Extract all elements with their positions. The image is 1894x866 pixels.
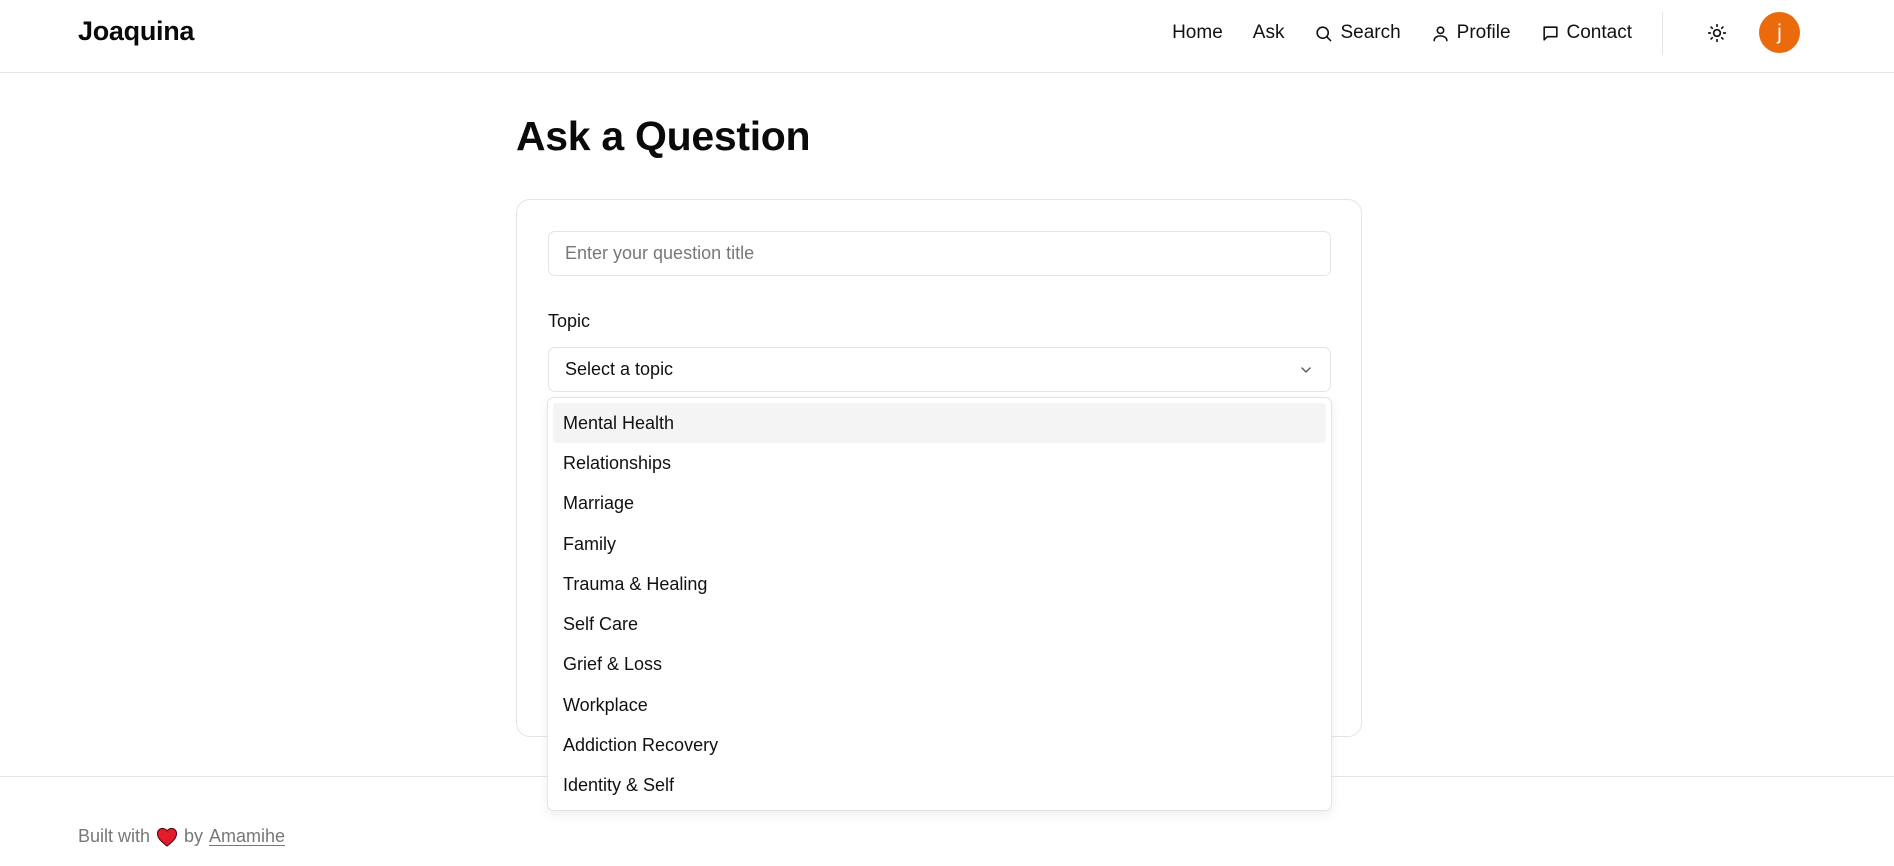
nav-profile[interactable]: Profile — [1431, 22, 1511, 44]
topic-option-mental-health[interactable]: Mental Health — [553, 403, 1326, 444]
topic-label: Topic — [548, 311, 591, 331]
site-footer: Built with by Amamihe — [78, 826, 285, 847]
user-icon — [1433, 25, 1448, 41]
ask-question-page: Joaquina Home Ask Search Profile Contact — [0, 0, 1894, 866]
topic-select-value: Select a topic — [565, 359, 674, 379]
theme-toggle-button[interactable] — [1704, 20, 1730, 46]
footer-by: by — [184, 826, 204, 846]
topic-option-relationships[interactable]: Relationships — [553, 443, 1326, 483]
topic-option-identity-self[interactable]: Identity & Self — [553, 766, 1326, 806]
user-avatar[interactable]: j — [1759, 12, 1800, 53]
nav-profile-label: Profile — [1456, 22, 1511, 43]
topic-option-grief-loss[interactable]: Grief & Loss — [553, 645, 1326, 685]
nav-search-label: Search — [1340, 22, 1401, 43]
topic-dropdown-menu: Mental Health Relationships Marriage Fam… — [547, 397, 1332, 811]
nav-home-label: Home — [1172, 22, 1223, 43]
brand-logo[interactable]: Joaquina — [78, 16, 194, 47]
nav-contact[interactable]: Contact — [1541, 22, 1632, 44]
heart-icon — [156, 827, 178, 847]
topic-option-trauma-healing[interactable]: Trauma & Healing — [553, 564, 1326, 604]
top-navbar: Joaquina Home Ask Search Profile Contact — [0, 0, 1894, 73]
topic-option-addiction-recovery[interactable]: Addiction Recovery — [553, 725, 1326, 765]
main-nav: Home Ask Search Profile Contact — [1172, 0, 1632, 66]
topic-option-marriage[interactable]: Marriage — [553, 484, 1326, 524]
search-icon — [1316, 25, 1332, 41]
nav-search[interactable]: Search — [1314, 22, 1401, 44]
nav-divider — [1662, 12, 1663, 55]
nav-ask-label: Ask — [1252, 22, 1285, 43]
footer-built-with: Built with — [78, 826, 151, 846]
topic-option-workplace[interactable]: Workplace — [553, 685, 1326, 725]
message-square-icon — [1542, 25, 1558, 41]
sun-icon — [1707, 23, 1727, 43]
topic-option-self-care[interactable]: Self Care — [553, 604, 1326, 644]
topic-select[interactable]: Select a topic — [548, 347, 1331, 392]
footer-author-link[interactable]: Amamihe — [209, 826, 285, 847]
question-title-input[interactable] — [548, 231, 1331, 276]
nav-contact-label: Contact — [1566, 22, 1632, 43]
nav-ask[interactable]: Ask — [1253, 22, 1285, 44]
page-title: Ask a Question — [516, 113, 811, 159]
nav-home[interactable]: Home — [1172, 22, 1223, 44]
topic-option-family[interactable]: Family — [553, 524, 1326, 564]
chevron-down-icon — [1301, 366, 1311, 373]
